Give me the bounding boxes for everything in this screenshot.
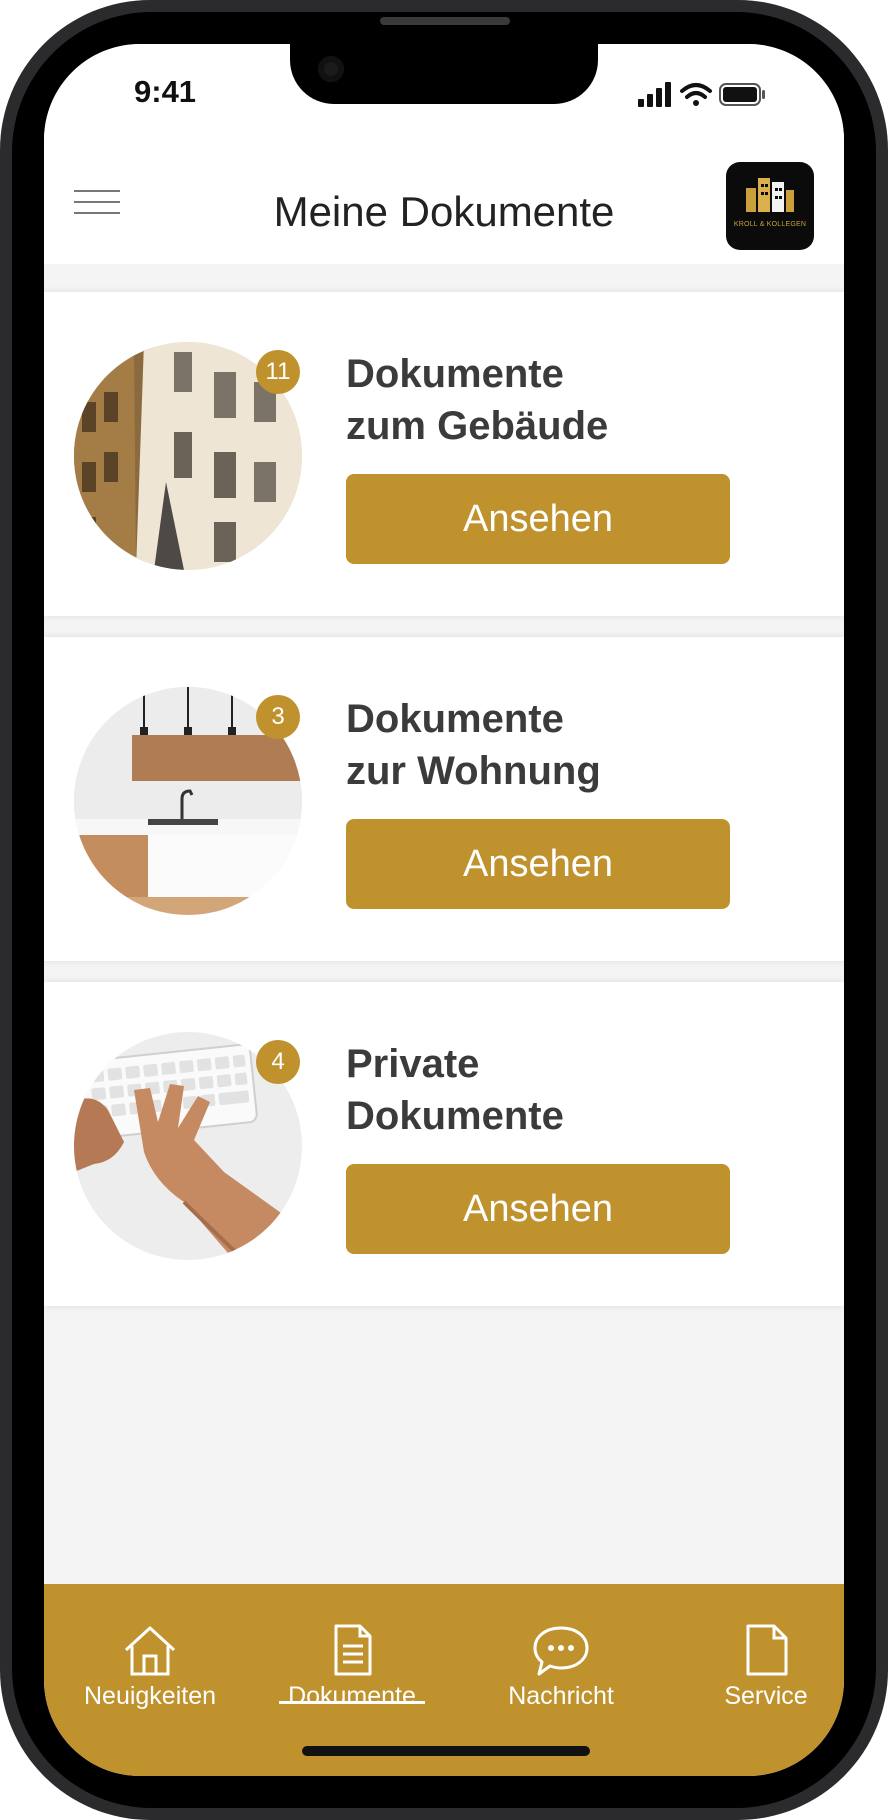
home-indicator [302, 1746, 590, 1756]
logo-text: KROLL & KOLLEGEN [733, 221, 807, 228]
tab-neuigkeiten[interactable]: Neuigkeiten [70, 1622, 230, 1711]
tab-label: Neuigkeiten [83, 1682, 217, 1710]
app-header: Meine Dokumente KROLL & KOLLEGEN [44, 144, 844, 264]
notch [290, 44, 598, 104]
document-count-badge: 11 [256, 350, 300, 394]
view-apartment-documents-button[interactable]: Ansehen [346, 819, 730, 909]
document-count-badge: 3 [256, 695, 300, 739]
app-screen: 9:41 Meine Dokumente KROLL & KOLLEGEN 11… [44, 44, 844, 1776]
document-card-private: 4 Private Dokumente Ansehen [44, 982, 844, 1306]
card-title: Dokumente zur Wohnung [346, 697, 601, 793]
status-time: 9:41 [134, 74, 197, 109]
company-logo[interactable]: KROLL & KOLLEGEN [726, 162, 814, 250]
cellular-signal-icon [638, 82, 671, 107]
view-building-documents-button[interactable]: Ansehen [346, 474, 730, 564]
card-title: Dokumente zum Gebäude [346, 352, 609, 448]
document-icon [334, 1624, 372, 1676]
active-tab-indicator [279, 1701, 425, 1704]
status-icons [638, 82, 765, 107]
tab-dokumente[interactable]: Dokumente [272, 1622, 432, 1711]
logo-building-icon [746, 178, 794, 212]
card-title: Private Dokumente [346, 1042, 564, 1138]
document-count-badge: 4 [256, 1040, 300, 1084]
document-card-apartment: 3 Dokumente zur Wohnung Ansehen [44, 637, 844, 961]
tab-label: Dokumente [288, 1682, 416, 1710]
phone-speaker [380, 17, 510, 25]
tab-label: Service [724, 1682, 808, 1710]
tab-nachricht[interactable]: Nachricht [481, 1622, 641, 1711]
battery-icon [719, 83, 765, 106]
tab-service[interactable]: Service [686, 1622, 844, 1711]
file-icon [746, 1624, 788, 1676]
home-icon [124, 1626, 176, 1676]
front-camera [318, 56, 344, 82]
wifi-icon [680, 83, 712, 106]
document-card-building: 11 Dokumente zum Gebäude Ansehen [44, 292, 844, 616]
page-title: Meine Dokumente [273, 188, 615, 235]
chat-bubble-icon [533, 1626, 589, 1676]
tab-label: Nachricht [508, 1682, 614, 1710]
view-private-documents-button[interactable]: Ansehen [346, 1164, 730, 1254]
